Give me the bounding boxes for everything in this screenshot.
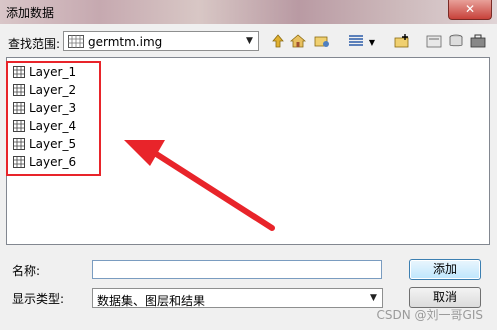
name-label: 名称:	[12, 264, 41, 278]
cancel-button[interactable]: 取消	[409, 287, 481, 308]
chevron-down-icon[interactable]: ▼	[366, 290, 381, 306]
add-button[interactable]: 添加	[409, 259, 481, 280]
show-type-value: 数据集、图层和结果	[97, 294, 206, 308]
annotation-arrow-icon	[124, 140, 275, 231]
show-type-dropdown[interactable]: 数据集、图层和结果 ▼	[92, 288, 383, 308]
watermark: CSDN @刘一哥GIS	[376, 308, 483, 322]
show-type-label: 显示类型:	[12, 292, 65, 306]
name-input[interactable]	[92, 260, 382, 279]
add-data-dialog: 添加数据 ✕ 查找范围: germtm.img ▼ ▼ Layer_1 Laye…	[0, 0, 497, 330]
